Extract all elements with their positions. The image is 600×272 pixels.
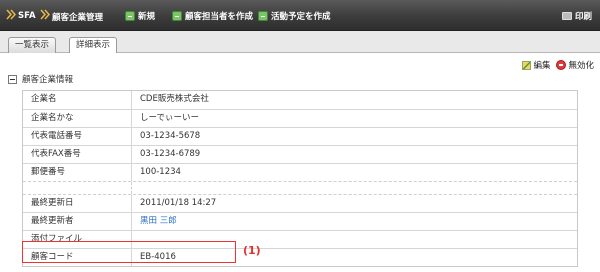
table-row: 代表FAX番号 03-1234-6789 <box>23 145 577 163</box>
collapse-icon[interactable] <box>8 74 17 84</box>
printer-icon <box>561 12 572 20</box>
table-row: 最終更新日 2011/01/18 14:27 <box>23 194 577 212</box>
field-value: 03-1234-6789 <box>140 149 201 159</box>
tab-strip: 一覧表示 詳細表示 <box>0 31 600 54</box>
field-label: 添付ファイル <box>23 231 132 248</box>
new-button[interactable]: 新規 <box>125 10 155 22</box>
field-label: 顧客コード <box>23 249 132 266</box>
add-contact-icon <box>172 11 182 21</box>
record-actions: 編集 無効化 <box>522 59 594 71</box>
tab-detail-view[interactable]: 詳細表示 <box>69 37 118 54</box>
spacer-cell <box>23 182 132 194</box>
table-row: 郵便番号 100-1234 <box>23 163 577 181</box>
tab-list-view[interactable]: 一覧表示 <box>8 37 57 53</box>
breadcrumb-sfa[interactable]: SFA <box>18 11 36 21</box>
updater-link[interactable]: 黒田 三郎 <box>132 213 577 230</box>
field-value: 2011/01/18 14:27 <box>140 198 217 208</box>
create-contact-button[interactable]: 顧客担当者を作成 <box>172 10 253 22</box>
table-row: 企業名かな しーでぃーいー <box>23 109 577 127</box>
disable-button[interactable]: 無効化 <box>556 59 594 71</box>
field-label: 最終更新日 <box>23 195 132 212</box>
pencil-icon <box>522 60 532 70</box>
disable-icon <box>556 60 567 70</box>
add-activity-icon <box>258 11 268 21</box>
top-toolbar: SFA 顧客企業管理 新規 顧客担当者を作成 活動予定を作成 印刷 <box>0 0 600 31</box>
edit-button[interactable]: 編集 <box>522 59 550 71</box>
add-icon <box>125 11 135 21</box>
field-value: CDE販売株式会社 <box>140 94 209 104</box>
section-header: 顧客企業情報 <box>8 73 73 85</box>
print-button-label: 印刷 <box>574 12 592 22</box>
new-button-label: 新規 <box>138 12 156 22</box>
annotation-label: (1) <box>243 244 261 257</box>
field-label: 代表FAX番号 <box>23 146 132 163</box>
field-value <box>132 231 577 248</box>
field-label: 郵便番号 <box>23 164 132 181</box>
field-value: 03-1234-5678 <box>140 131 201 141</box>
field-value: しーでぃーいー <box>140 113 199 123</box>
breadcrumb-arrow-icon <box>40 9 50 20</box>
spacer-cell <box>132 182 577 194</box>
table-row: 企業名 CDE販売株式会社 <box>23 91 577 109</box>
table-row: 添付ファイル <box>23 230 577 248</box>
print-button[interactable]: 印刷 <box>561 10 592 22</box>
section-title: 顧客企業情報 <box>22 75 74 85</box>
field-value: 100-1234 <box>140 167 181 177</box>
disable-button-label: 無効化 <box>568 61 594 71</box>
table-spacer-row <box>23 181 577 194</box>
table-row: 顧客コード EB-4016 <box>23 248 577 266</box>
create-activity-button-label: 活動予定を作成 <box>271 12 331 22</box>
breadcrumb-page-title: 顧客企業管理 <box>52 13 104 23</box>
customer-info-table: 企業名 CDE販売株式会社 企業名かな しーでぃーいー 代表電話番号 03-12… <box>22 90 578 267</box>
table-row: 最終更新者 黒田 三郎 <box>23 212 577 230</box>
table-row: 代表電話番号 03-1234-5678 <box>23 127 577 145</box>
detail-panel: 編集 無効化 顧客企業情報 企業名 CDE販売株式会社 企業名かな しーでぃーい… <box>0 53 600 272</box>
field-label: 企業名 <box>23 91 132 109</box>
field-value: EB-4016 <box>140 252 176 262</box>
create-contact-button-label: 顧客担当者を作成 <box>185 12 254 22</box>
field-label: 最終更新者 <box>23 213 132 230</box>
breadcrumb-arrow-icon <box>6 9 16 20</box>
field-label: 企業名かな <box>23 110 132 127</box>
create-activity-button[interactable]: 活動予定を作成 <box>258 10 331 22</box>
edit-button-label: 編集 <box>533 61 551 71</box>
field-label: 代表電話番号 <box>23 128 132 145</box>
